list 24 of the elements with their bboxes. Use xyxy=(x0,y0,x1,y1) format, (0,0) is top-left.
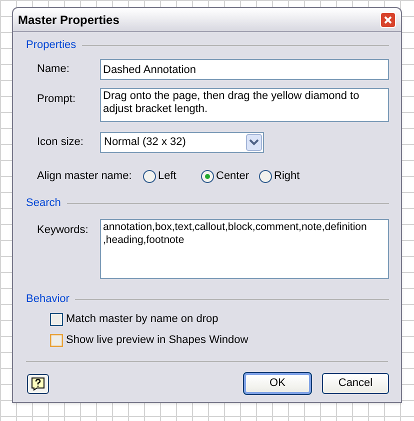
help-icon xyxy=(31,376,45,390)
name-field[interactable]: Dashed Annotation xyxy=(100,59,389,80)
dialog-button[interactable]: OK xyxy=(244,373,311,394)
close-button[interactable] xyxy=(380,12,396,28)
help-button[interactable] xyxy=(27,374,49,394)
radio-button[interactable]: Center xyxy=(201,168,255,184)
section-heading: Search xyxy=(26,196,61,211)
keywords-field[interactable]: annotation,box,text,callout,block,comment,note,definition ,heading,footnote xyxy=(100,219,389,279)
field-label: Keywords: xyxy=(37,223,90,238)
close-icon xyxy=(384,16,392,24)
field-label: Prompt: xyxy=(37,92,77,107)
radio-button[interactable]: Left xyxy=(143,168,197,184)
window-title: Master Properties xyxy=(18,12,120,28)
radio-button[interactable]: Right xyxy=(259,168,313,184)
section-heading: Behavior xyxy=(26,292,70,307)
icon-size-dropdown[interactable]: Normal (32 x 32) xyxy=(100,132,264,153)
prompt-field[interactable]: Drag onto the page, then drag the yellow diamond to adjust bracket length. xyxy=(100,88,389,122)
field-label: Icon size: xyxy=(37,135,84,150)
checkbox-option[interactable]: Show live preview in Shapes Window xyxy=(50,334,401,347)
section-heading: Properties xyxy=(26,38,76,53)
field-label: Align master name: xyxy=(37,168,133,184)
dialog-button[interactable]: Cancel xyxy=(322,373,389,394)
checkbox-option[interactable]: Match master by name on drop xyxy=(50,313,401,326)
field-label: Name: xyxy=(37,62,70,78)
